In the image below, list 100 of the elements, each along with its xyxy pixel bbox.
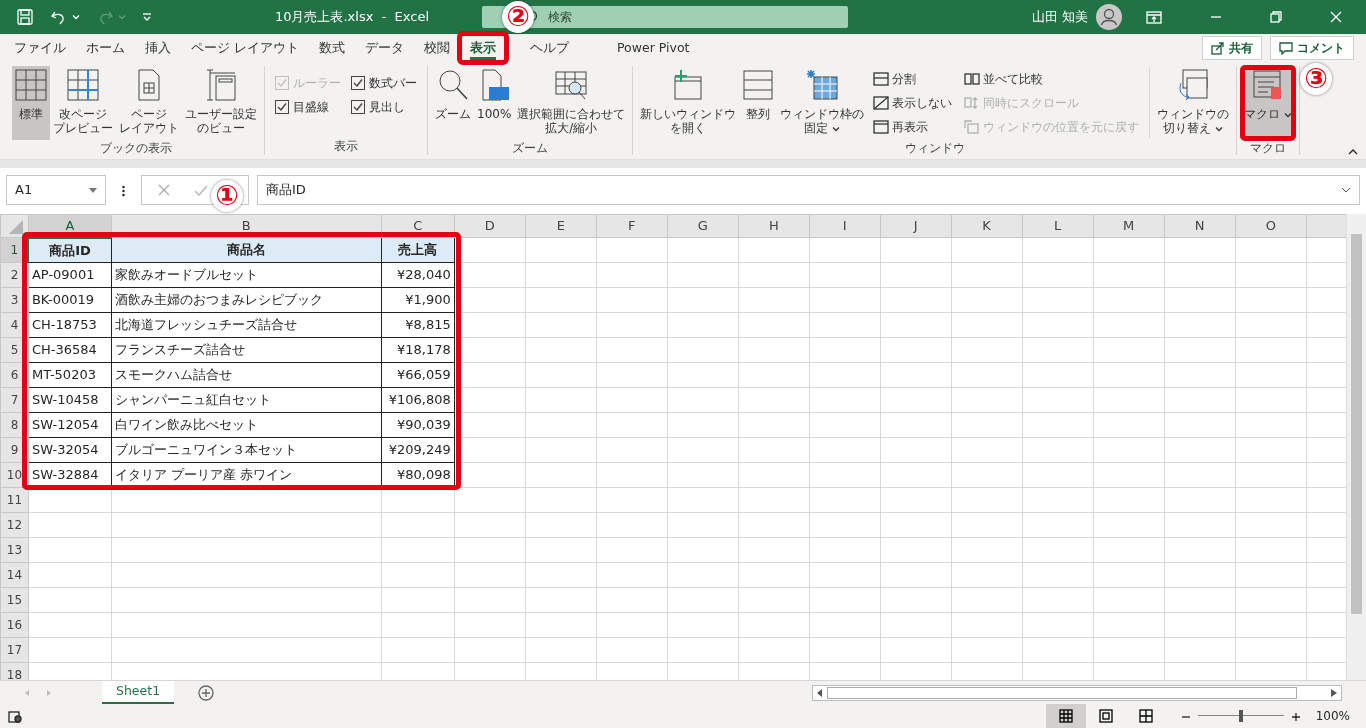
column-header[interactable]: D: [454, 214, 526, 238]
formula-field[interactable]: 商品ID: [257, 175, 1360, 205]
ribbon-button[interactable]: 分割: [871, 68, 955, 90]
column-header[interactable]: H: [738, 214, 810, 238]
checkbox-icon: [351, 100, 365, 114]
group-label: マクロ: [1250, 141, 1287, 155]
horizontal-scrollbar[interactable]: [812, 684, 1342, 701]
page-break-icon: [67, 69, 99, 101]
table-cell: MT-50203: [28, 362, 112, 388]
ribbon-button[interactable]: 選択範囲に合わせて拡大/縮小: [514, 66, 629, 140]
ribbon-button[interactable]: 改ページプレビュー: [50, 66, 116, 140]
zoom-slider[interactable]: [1197, 710, 1284, 722]
column-header[interactable]: L: [1022, 214, 1094, 238]
caret-icon: [832, 125, 841, 132]
normal-view-icon: [1058, 709, 1073, 723]
sheet-tab[interactable]: Sheet1: [102, 681, 175, 704]
row-header[interactable]: 16: [0, 612, 29, 638]
ribbon-tab[interactable]: Power Pivot: [607, 34, 700, 62]
table-cell: CH-18753: [28, 312, 112, 338]
close-icon[interactable]: [1330, 11, 1342, 23]
ribbon-button[interactable]: 新しいウィンドウを開く: [637, 66, 740, 140]
save-icon[interactable]: [16, 8, 34, 26]
ribbon-tab[interactable]: ホーム: [76, 34, 135, 62]
row-header[interactable]: 12: [0, 512, 29, 538]
ribbon-button[interactable]: ウィンドウの切り替え: [1154, 66, 1233, 140]
column-header[interactable]: M: [1093, 214, 1165, 238]
ribbon-button[interactable]: ユーザー設定のビュー: [182, 66, 260, 140]
add-sheet-icon[interactable]: [198, 685, 215, 701]
ribbon-button[interactable]: ページレイアウト: [116, 66, 182, 140]
column-header[interactable]: I: [809, 214, 881, 238]
search-field[interactable]: 検索: [546, 7, 832, 27]
ribbon-button[interactable]: 100%: [474, 66, 515, 140]
macro-record-icon[interactable]: [8, 710, 22, 723]
table-cell: SW-32054: [28, 437, 112, 463]
table-cell: BK-00019: [28, 287, 112, 313]
ribbon-button[interactable]: 再表示: [871, 116, 955, 138]
row-header[interactable]: 17: [0, 637, 29, 663]
ribbon-button[interactable]: 標準: [12, 66, 50, 140]
avatar-icon[interactable]: [1096, 4, 1122, 30]
checkbox[interactable]: 目盛線: [275, 98, 341, 116]
column-header[interactable]: K: [951, 214, 1023, 238]
table-cell: ¥90,039: [381, 412, 455, 438]
vertical-scrollbar[interactable]: [1346, 214, 1366, 680]
table-cell: フランスチーズ詰合せ: [111, 337, 382, 363]
zoom-in-icon[interactable]: [1291, 712, 1300, 721]
table-cell: ¥28,040: [381, 262, 455, 288]
ribbon-tab[interactable]: 挿入: [135, 34, 181, 62]
name-box[interactable]: A1: [6, 175, 106, 205]
column-header[interactable]: O: [1235, 214, 1307, 238]
ribbon-button[interactable]: マクロ: [1241, 66, 1296, 140]
row-header[interactable]: 15: [0, 587, 29, 613]
ribbon-tab[interactable]: 校閲: [414, 34, 460, 62]
table-cell: 白ワイン飲み比べセット: [111, 412, 382, 438]
row-header[interactable]: 11: [0, 487, 29, 513]
table-cell: SW-10458: [28, 387, 112, 413]
column-header[interactable]: G: [667, 214, 739, 238]
row-header[interactable]: 14: [0, 562, 29, 588]
customize-icon[interactable]: [142, 12, 152, 22]
share-button[interactable]: 共有: [1202, 36, 1262, 60]
view-button[interactable]: [1045, 704, 1086, 728]
side-by-side-icon: [964, 72, 981, 86]
ribbon-tab[interactable]: データ: [355, 34, 414, 62]
expand-icon[interactable]: [1341, 187, 1351, 193]
caret-icon: [1215, 125, 1224, 132]
collapse-icon[interactable]: [1348, 149, 1358, 155]
column-header[interactable]: E: [525, 214, 597, 238]
checkbox[interactable]: 見出し: [351, 98, 417, 116]
checkbox: ルーラー: [275, 74, 341, 92]
table-cell: ¥1,900: [381, 287, 455, 313]
table-cell: AP-09001: [28, 262, 112, 288]
table-cell: ¥66,059: [381, 362, 455, 388]
column-header[interactable]: N: [1164, 214, 1236, 238]
ribbon-tab[interactable]: 表示: [460, 34, 506, 62]
checkbox[interactable]: 数式バー: [351, 74, 417, 92]
comment-button[interactable]: コメント: [1270, 36, 1354, 60]
check-icon: [194, 184, 208, 197]
ribbon-display-icon[interactable]: [1146, 10, 1162, 24]
ribbon-button[interactable]: ウィンドウ枠の固定: [777, 66, 868, 140]
freeze-panes-icon: [806, 69, 839, 101]
ribbon-button[interactable]: 並べて比較: [962, 68, 1142, 90]
magnifier-icon: [437, 69, 469, 101]
row-header[interactable]: 13: [0, 537, 29, 563]
column-header[interactable]: F: [596, 214, 668, 238]
table-cell: ¥8,815: [381, 312, 455, 338]
table-cell: ¥209,249: [381, 437, 455, 463]
ribbon-button[interactable]: 整列: [739, 66, 778, 140]
grip-icon: [122, 184, 125, 197]
ribbon-tab[interactable]: ヘルプ: [520, 34, 579, 62]
scroll-right-icon[interactable]: [1331, 689, 1337, 697]
scroll-left-icon[interactable]: [817, 689, 823, 697]
group-label: ズーム: [512, 141, 549, 155]
ribbon-button[interactable]: 表示しない: [871, 92, 955, 114]
ribbon-tab[interactable]: 数式: [309, 34, 355, 62]
restore-icon[interactable]: [1270, 11, 1282, 23]
caret-icon: [118, 14, 126, 20]
column-header[interactable]: J: [880, 214, 952, 238]
ribbon-tab[interactable]: ファイル: [4, 34, 76, 62]
ribbon-tab[interactable]: ページ レイアウト: [181, 34, 309, 62]
ribbon-button[interactable]: ズーム: [432, 66, 474, 140]
unhide-window-icon: [873, 120, 890, 134]
